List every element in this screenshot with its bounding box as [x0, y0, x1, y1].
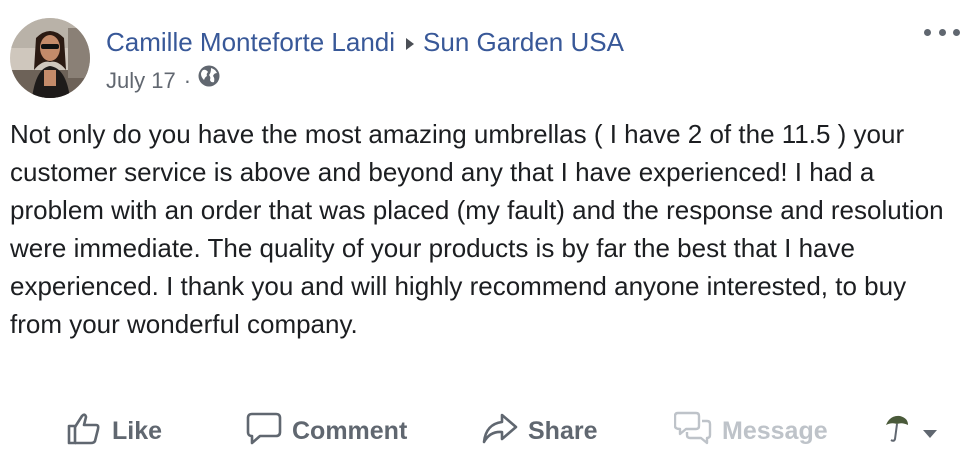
- thumbs-up-icon: [66, 410, 102, 453]
- message-bubbles-icon: [673, 410, 712, 453]
- message-button[interactable]: Message: [673, 408, 828, 454]
- meta-separator: ·: [183, 67, 192, 93]
- triangle-right-icon: [405, 24, 415, 60]
- share-arrow-icon: [482, 410, 518, 453]
- post-date-link[interactable]: July 17: [106, 65, 176, 97]
- like-button[interactable]: Like: [66, 408, 162, 454]
- globe-icon[interactable]: [197, 64, 221, 97]
- chevron-down-icon: [922, 417, 938, 446]
- post-meta: July 17 ·: [106, 64, 221, 97]
- author-avatar[interactable]: [10, 18, 90, 98]
- action-bar: Like Comment Share Message: [0, 408, 976, 454]
- ellipsis-icon[interactable]: [924, 20, 960, 44]
- post-header: Camille Monteforte Landi Sun Garden USA: [106, 24, 624, 64]
- avatar-image: [10, 18, 90, 98]
- comment-label: Comment: [292, 416, 408, 445]
- comment-button[interactable]: Comment: [246, 408, 407, 454]
- post-body-text: Not only do you have the most amazing um…: [10, 119, 944, 339]
- message-label: Message: [722, 416, 828, 445]
- share-label: Share: [528, 416, 598, 445]
- comment-bubble-icon: [246, 410, 282, 453]
- post-card: Camille Monteforte Landi Sun Garden USA J…: [0, 0, 976, 468]
- like-label: Like: [112, 416, 163, 445]
- umbrella-page-icon: [884, 413, 910, 450]
- share-button[interactable]: Share: [482, 408, 597, 454]
- target-page-link[interactable]: Sun Garden USA: [423, 27, 624, 57]
- author-name-link[interactable]: Camille Monteforte Landi: [106, 27, 395, 57]
- page-voice-selector[interactable]: [884, 408, 938, 454]
